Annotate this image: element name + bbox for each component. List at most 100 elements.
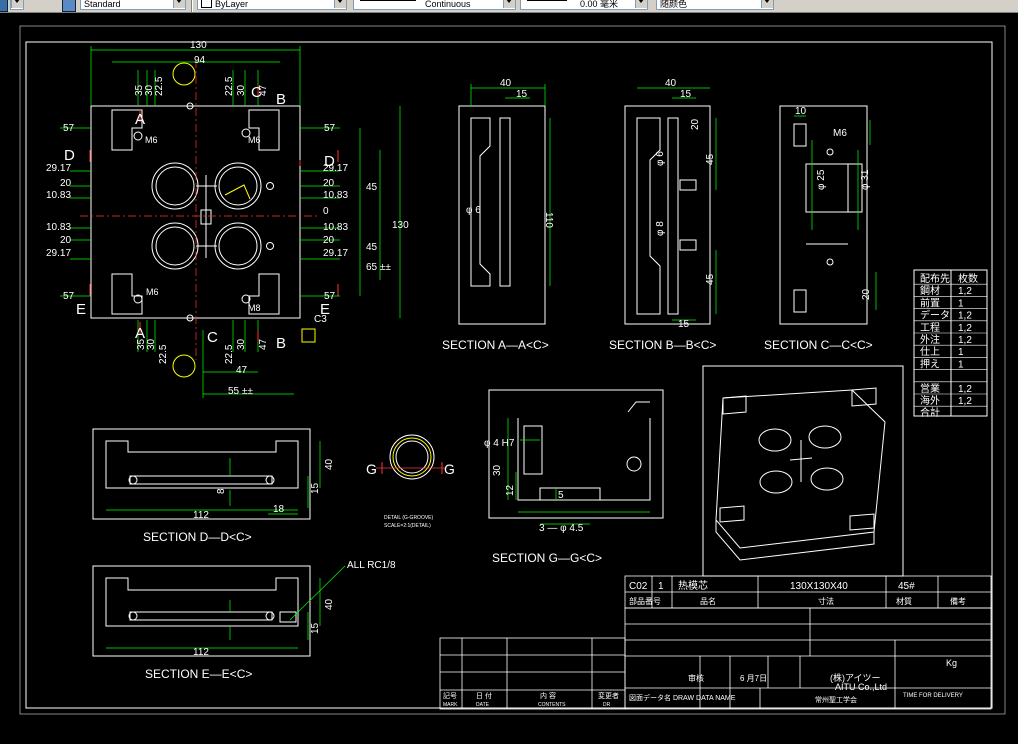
detail-g-view: G G DETAIL (G-GROOVE) SCALE=2:1(DETAIL) (366, 434, 455, 529)
gate-mark-box (301, 328, 316, 343)
tb-checker: 审核 (688, 673, 704, 683)
dd-dim-112: 112 (193, 510, 209, 521)
table-cell-qty: 1 (958, 359, 964, 370)
separator (191, 0, 193, 12)
letter-d-left: D (64, 147, 75, 164)
bb-dim-20: 20 (690, 118, 701, 130)
lineweight-combo[interactable]: 0.00 毫米 (520, 0, 648, 10)
cavity-circle-2-inner (218, 166, 258, 206)
dim-45-right: 45 (366, 182, 378, 193)
aa-dim-40: 40 (500, 78, 512, 89)
dim-47-top-r: 47 (258, 84, 269, 96)
rev-h-mark-en: MARK (443, 702, 458, 708)
cavity-circle-2 (214, 162, 262, 210)
cad-drawing[interactable]: A A C C B B D D E E 130 94 57 57 57 57 2… (0, 13, 1018, 739)
letter-b-top: B (276, 91, 286, 108)
table-cell-dest: 営業 (920, 382, 940, 395)
section-cc-label: SECTION C—C<C> (764, 338, 873, 352)
letter-e-left: E (76, 301, 86, 318)
tb-name: 热模芯 (678, 579, 708, 592)
dimension-style-icon[interactable] (62, 0, 76, 12)
plate-outline (90, 105, 301, 319)
text-style-combo[interactable]: Standard (80, 0, 186, 10)
rev-h-date: 日 付 (476, 691, 492, 700)
pin-hole-2 (266, 242, 274, 250)
dim-width-130: 130 (190, 40, 207, 51)
bb-dim-40: 40 (665, 78, 677, 89)
dim-225-top-r: 22.5 (224, 76, 235, 96)
gg-dim-12: 12 (505, 484, 516, 496)
linetype-combo[interactable]: Continuous (353, 0, 516, 10)
detail-leader (224, 184, 251, 200)
color-value: ByLayer (215, 0, 249, 9)
aa-channel (499, 117, 511, 287)
tb-col-name: 品名 (700, 596, 716, 606)
ee-dim-15: 15 (310, 622, 321, 634)
dim-1083-left: 10.83 (46, 190, 71, 201)
table-cell-dest: 工程 (920, 322, 940, 334)
rev-h-dr: 変更者 (598, 691, 619, 700)
label-m6-2: M6 (248, 135, 261, 145)
dim-225-top: 22.5 (154, 76, 165, 96)
table-cell-qty: 枚数 (958, 272, 978, 285)
text-style-icon[interactable] (0, 0, 8, 12)
tb-size: 130X130X40 (790, 581, 848, 592)
ee-rc-note: ALL RC1/8 (347, 560, 396, 571)
dim-0-right: 0 (323, 206, 329, 217)
bb-dim-phi6: φ 6 (655, 151, 666, 166)
tb-qty: 1 (658, 581, 664, 592)
dim-47-bottom: 47 (236, 365, 248, 376)
ee-dim-112: 112 (193, 647, 209, 658)
linetype-sample (360, 0, 416, 1)
rev-h-date-en: DATE (476, 702, 490, 708)
text-style-prev[interactable] (10, 0, 24, 10)
top-marker-circle (172, 62, 196, 86)
dim-20-right: 20 (323, 178, 335, 189)
cc-dim-phi25: φ 25 (816, 169, 827, 190)
cc-dim-10: 10 (795, 106, 807, 117)
dim-57-left-b: 57 (63, 291, 75, 302)
table-cell-qty: 1,2 (958, 396, 972, 407)
dim-130-right: 130 (392, 220, 409, 231)
cc-dim-20: 20 (861, 288, 872, 300)
tb-drawing-name: 図面データ名 DRAW DATA NAME (629, 693, 736, 702)
section-bb-label: SECTION B—B<C> (609, 338, 716, 352)
plot-style-combo[interactable]: 随颜色 (656, 0, 774, 10)
dd-dim-8: 8 (216, 488, 227, 494)
cc-dim-phi31: φ 31 (860, 169, 871, 190)
tb-part-no: C02 (629, 581, 648, 592)
section-aa-view: 40 15 110 φ 6 SECTION A—A<C> (442, 78, 554, 352)
dd-dim-40: 40 (324, 458, 335, 470)
table-cell-qty: 1 (958, 298, 964, 309)
properties-toolbar: Standard ByLayer Continuous 0.00 毫米 随颜色 (0, 0, 1018, 13)
scale-note: SCALE=2:1(DETAIL) (384, 523, 431, 529)
rev-h-contents-en: CONTENTS (538, 702, 566, 708)
bb-dim-phi8: φ 8 (655, 221, 666, 236)
g-letter-left: G (366, 461, 377, 477)
table-cell-qty: 1,2 (958, 311, 972, 322)
revision-headers: 記号 日 付 内 容 変更者 MARK DATE CONTENTS DR (443, 691, 619, 708)
m6-hole-1 (133, 131, 143, 141)
table-cell-qty: 1,2 (958, 286, 972, 297)
gg-dim-5: 5 (558, 490, 564, 501)
rev-h-dr-en: DR (603, 702, 611, 708)
letter-a-top: A (135, 111, 145, 128)
cc-dim-m6: M6 (833, 128, 847, 139)
section-bb-view: 40 15 20 45 45 15 φ 6 φ 8 SECTION B—B<C> (609, 78, 716, 352)
drawing-canvas[interactable]: A A C C B B D D E E 130 94 57 57 57 57 2… (0, 13, 1018, 739)
dim-20-left: 20 (60, 178, 72, 189)
dim-20-left-b: 20 (60, 235, 72, 246)
plot-style-value: 随颜色 (660, 0, 688, 9)
table-cell-dest: 押え (920, 357, 940, 370)
section-arrows (89, 85, 339, 342)
dim-55-bottom: 55 ±± (228, 386, 253, 397)
section-aa-label: SECTION A—A<C> (442, 338, 549, 352)
letter-c-bottom: C (207, 329, 218, 346)
table-cell-qty: 1,2 (958, 323, 972, 334)
color-combo[interactable]: ByLayer (197, 0, 347, 10)
label-m6-1: M6 (145, 135, 158, 145)
table-cell-dest: 仕上 (920, 345, 940, 358)
label-m6-3: M6 (146, 287, 159, 297)
top-view: A A C C B B D D E E 130 94 57 57 57 57 2… (46, 40, 409, 398)
lineweight-value: 0.00 毫米 (580, 0, 619, 9)
